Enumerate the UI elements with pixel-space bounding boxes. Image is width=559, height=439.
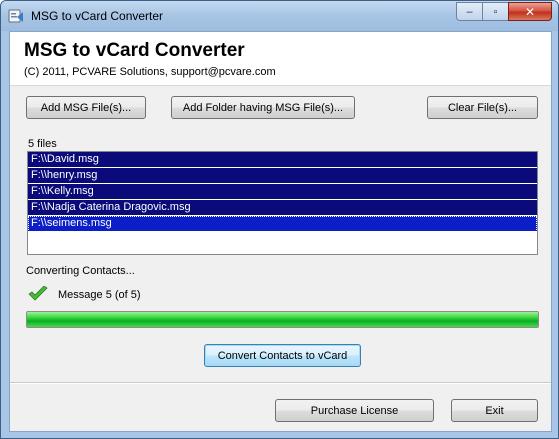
file-list[interactable]: F:\\David.msg F:\\henry.msg F:\\Kelly.ms…: [27, 151, 538, 255]
exit-button[interactable]: Exit: [451, 399, 538, 422]
file-list-item[interactable]: F:\\Kelly.msg: [28, 184, 537, 200]
progress-bar-fill: [27, 312, 538, 327]
add-msg-files-button[interactable]: Add MSG File(s)...: [26, 96, 146, 119]
client-area: MSG to vCard Converter (C) 2011, PCVARE …: [9, 31, 552, 432]
divider: [10, 382, 551, 384]
app-window: MSG to vCard Converter ‒ ▫ ✕ MSG to vCar…: [0, 0, 559, 439]
file-list-item[interactable]: F:\\henry.msg: [28, 168, 537, 184]
close-button[interactable]: ✕: [508, 2, 552, 21]
copyright-text: (C) 2011, PCVARE Solutions, support@pcva…: [24, 66, 276, 78]
page-title: MSG to vCard Converter: [24, 40, 245, 61]
progress-message: Message 5 (of 5): [58, 289, 141, 301]
app-icon: [8, 9, 23, 23]
window-title: MSG to vCard Converter: [31, 9, 164, 23]
title-bar[interactable]: MSG to vCard Converter ‒ ▫ ✕: [1, 1, 558, 31]
progress-bar: [26, 311, 539, 328]
status-text: Converting Contacts...: [26, 265, 135, 277]
clear-files-button[interactable]: Clear File(s)...: [427, 96, 538, 119]
file-list-item[interactable]: F:\\seimens.msg: [28, 216, 537, 232]
add-folder-button[interactable]: Add Folder having MSG File(s)...: [171, 96, 355, 119]
files-count-label: 5 files: [28, 138, 57, 150]
checkmark-icon: [28, 286, 48, 301]
purchase-license-button[interactable]: Purchase License: [275, 399, 434, 422]
caption-buttons: ‒ ▫ ✕: [456, 2, 552, 21]
header-panel: MSG to vCard Converter (C) 2011, PCVARE …: [10, 32, 551, 86]
file-list-item[interactable]: F:\\Nadja Caterina Dragovic.msg: [28, 200, 537, 216]
convert-button[interactable]: Convert Contacts to vCard: [204, 344, 361, 367]
maximize-button[interactable]: ▫: [482, 2, 508, 21]
minimize-button[interactable]: ‒: [456, 2, 482, 21]
file-list-item[interactable]: F:\\David.msg: [28, 152, 537, 168]
